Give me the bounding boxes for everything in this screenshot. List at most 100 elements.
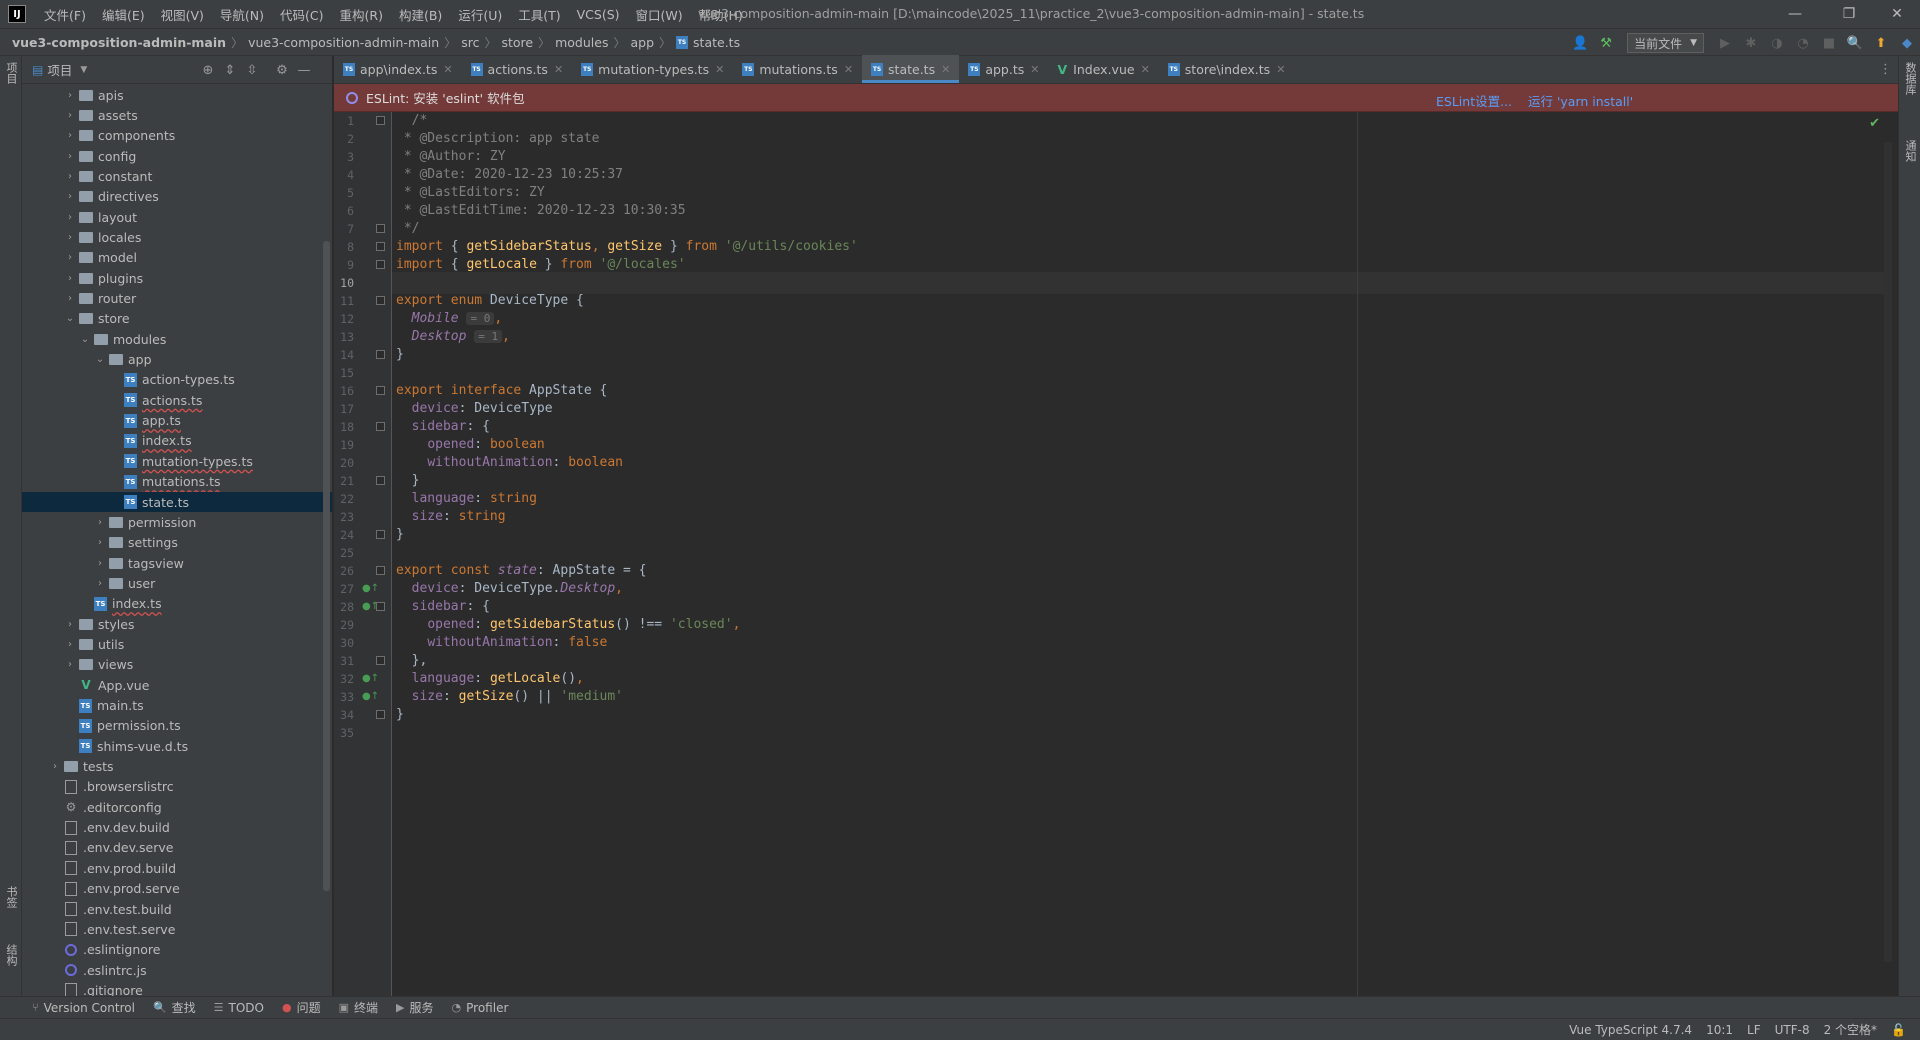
tree-item[interactable]: .env.dev.serve <box>22 838 332 858</box>
tree-item[interactable]: TS main.ts <box>22 696 332 716</box>
fold-marker-icon[interactable] <box>376 602 385 611</box>
breadcrumb-item[interactable]: store <box>501 35 533 50</box>
bottom-tool-button[interactable]: ▶ 服务 <box>396 999 433 1016</box>
editor-tab[interactable]: TS actions.ts ✕ <box>462 55 573 83</box>
close-tab-icon[interactable]: ✕ <box>941 63 950 76</box>
run-config-select[interactable]: 当前文件 ▼ <box>1627 33 1704 53</box>
tree-item[interactable]: TS permission.ts <box>22 716 332 736</box>
chevron-right-icon[interactable]: › <box>93 558 107 569</box>
fold-marker-icon[interactable] <box>376 350 385 359</box>
tree-item[interactable]: TS index.ts <box>22 594 332 614</box>
close-tab-icon[interactable]: ✕ <box>1141 63 1150 76</box>
fold-marker-icon[interactable] <box>376 530 385 539</box>
tree-item[interactable]: .env.test.build <box>22 899 332 919</box>
tree-item[interactable]: › directives <box>22 187 332 207</box>
tree-scrollbar[interactable] <box>323 241 330 891</box>
chevron-right-icon[interactable]: › <box>93 578 107 589</box>
chevron-right-icon[interactable]: › <box>63 212 77 223</box>
editor-tab[interactable]: TS app\index.ts ✕ <box>334 55 462 83</box>
tree-item[interactable]: › styles <box>22 614 332 634</box>
tree-item[interactable]: ⌄ app <box>22 350 332 370</box>
project-panel-title[interactable]: 项目 <box>47 60 72 79</box>
run-icon[interactable]: ▶ <box>1714 32 1736 54</box>
tree-item[interactable]: TS action-types.ts <box>22 370 332 390</box>
tree-item[interactable]: .env.prod.serve <box>22 879 332 899</box>
editor-gutter[interactable]: 1 2 3 4 5 6 7 8 9 10 11 12 13 14 15 16 17 18 19 20 21 22 23 24 2… <box>334 112 392 996</box>
bottom-tool-button[interactable]: ⑂ Version Control <box>32 1001 135 1015</box>
breadcrumb-item[interactable]: app <box>630 35 654 50</box>
menu-item[interactable]: 运行(U) <box>450 0 510 28</box>
tree-item[interactable]: .eslintrc.js <box>22 960 332 980</box>
tree-item[interactable]: › constant <box>22 166 332 186</box>
chevron-right-icon[interactable]: › <box>63 151 77 162</box>
bottom-tool-button[interactable]: ☰ TODO <box>214 1001 264 1015</box>
menu-item[interactable]: 视图(V) <box>153 0 212 28</box>
tree-item[interactable]: TS app.ts <box>22 411 332 431</box>
tree-item[interactable]: › permission <box>22 512 332 532</box>
tree-item[interactable]: › router <box>22 289 332 309</box>
fold-marker-icon[interactable] <box>376 566 385 575</box>
chevron-down-icon[interactable]: ⌄ <box>78 334 92 345</box>
inspection-ok-icon[interactable]: ✔ <box>1869 116 1880 131</box>
build-hammer-icon[interactable]: ⚒ <box>1595 32 1617 54</box>
chevron-down-icon[interactable]: ▼ <box>80 65 87 75</box>
editor-tab[interactable]: TS mutation-types.ts ✕ <box>572 55 733 83</box>
tree-item[interactable]: .gitignore <box>22 980 332 996</box>
editor-tab[interactable]: TS app.ts ✕ <box>959 55 1048 83</box>
eslint-settings-link[interactable]: ESLint设置... <box>1436 91 1512 110</box>
breadcrumb-item[interactable]: vue3-composition-admin-main <box>12 35 226 50</box>
tree-item[interactable]: › locales <box>22 227 332 247</box>
editor-scrollbar[interactable] <box>1884 142 1892 962</box>
tree-item[interactable]: .eslintignore <box>22 940 332 960</box>
update-icon[interactable]: ⬆ <box>1870 32 1892 54</box>
fold-marker-icon[interactable] <box>376 296 385 305</box>
tree-item[interactable]: › user <box>22 573 332 593</box>
chevron-right-icon[interactable]: › <box>63 130 77 141</box>
fold-marker-icon[interactable] <box>376 224 385 233</box>
chevron-right-icon[interactable]: › <box>63 639 77 650</box>
menu-item[interactable]: 构建(B) <box>391 0 450 28</box>
tree-item[interactable]: › layout <box>22 207 332 227</box>
tree-item[interactable]: .env.dev.build <box>22 818 332 838</box>
chevron-right-icon[interactable]: › <box>63 252 77 263</box>
tree-item[interactable]: .env.test.serve <box>22 919 332 939</box>
restore-button[interactable]: ❐ <box>1826 0 1872 28</box>
app-logo-icon[interactable]: IJ <box>8 5 26 23</box>
tree-item[interactable]: › components <box>22 126 332 146</box>
menu-item[interactable]: 代码(C) <box>272 0 331 28</box>
coverage-icon[interactable]: ◑ <box>1766 32 1788 54</box>
chevron-right-icon[interactable]: › <box>63 659 77 670</box>
hide-panel-icon[interactable]: — <box>294 60 314 80</box>
jetbrains-icon[interactable]: ◆ <box>1896 32 1918 54</box>
fold-marker-icon[interactable] <box>376 260 385 269</box>
chevron-right-icon[interactable]: › <box>63 273 77 284</box>
stop-icon[interactable]: ■ <box>1818 32 1840 54</box>
expand-all-icon[interactable]: ⇕ <box>220 60 240 80</box>
bottom-tool-button[interactable]: 🔍 查找 <box>153 999 196 1016</box>
profile-icon[interactable]: ◔ <box>1792 32 1814 54</box>
status-item[interactable]: UTF-8 <box>1775 1023 1810 1037</box>
menu-item[interactable]: VCS(S) <box>569 0 628 28</box>
bottom-tool-button[interactable]: ▣ 终端 <box>339 999 378 1016</box>
tree-item[interactable]: › tagsview <box>22 553 332 573</box>
search-everywhere-icon[interactable]: 🔍 <box>1844 32 1866 54</box>
fold-marker-icon[interactable] <box>376 476 385 485</box>
chevron-right-icon[interactable]: › <box>93 517 107 528</box>
status-item[interactable]: LF <box>1747 1023 1761 1037</box>
structure-tool-tab[interactable]: 结构 <box>3 944 19 966</box>
tree-item[interactable]: TS state.ts <box>22 492 332 512</box>
close-tab-icon[interactable]: ✕ <box>554 63 563 76</box>
chevron-down-icon[interactable]: ⌄ <box>93 354 107 365</box>
tree-item[interactable]: ⌄ store <box>22 309 332 329</box>
tree-item[interactable]: › model <box>22 248 332 268</box>
menu-item[interactable]: 工具(T) <box>510 0 568 28</box>
status-item[interactable]: 2 个空格* <box>1824 1021 1877 1038</box>
tree-item[interactable]: › views <box>22 655 332 675</box>
menu-item[interactable]: 窗口(W) <box>628 0 691 28</box>
user-icon[interactable]: 👤 <box>1569 32 1591 54</box>
tree-item[interactable]: TS mutations.ts <box>22 472 332 492</box>
tree-item[interactable]: TS index.ts <box>22 431 332 451</box>
debug-icon[interactable]: ✱ <box>1740 32 1762 54</box>
bookmarks-tool-tab[interactable]: 书签 <box>3 886 19 908</box>
editor-tab[interactable]: TS store\index.ts ✕ <box>1159 55 1295 83</box>
